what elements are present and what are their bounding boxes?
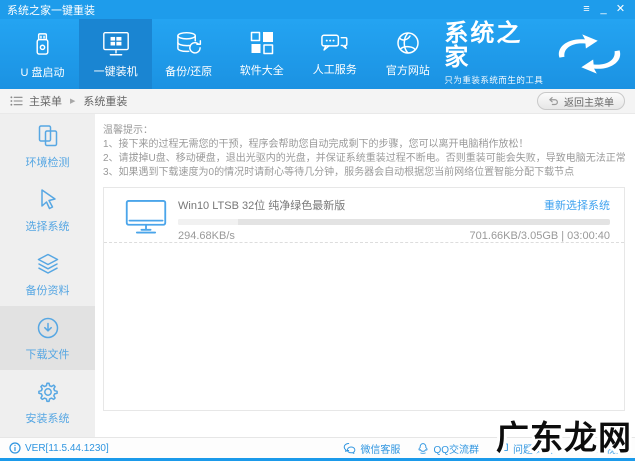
title-bar: 系统之家一键重装 ≡ _ ✕ (0, 0, 635, 19)
sidebar: 环境检测 选择系统 备份资料 下载文件 安装系统 (0, 114, 95, 437)
breadcrumb-current: 系统重装 (83, 96, 128, 108)
app-window: 系统之家一键重装 ≡ _ ✕ U 盘启动 一键装机 备份/还原 软件大全 人工服… (0, 0, 635, 461)
download-name: Win10 LTSB 32位 纯净绿色最新版 (178, 200, 346, 212)
tip-line: 3、如果遇到下载速度为0的情况时请耐心等待几分钟，服务器会自动根据您当前网络位置… (103, 167, 575, 178)
back-to-main-menu-button[interactable]: 返回主菜单 (537, 92, 625, 110)
gear-icon (37, 381, 58, 402)
back-button-label: 返回主菜单 (564, 97, 614, 109)
nav-item-one-click-install[interactable]: 一键装机 (79, 19, 153, 89)
status-link-label: 帮助视频 (586, 444, 626, 456)
brand-name: 系统之家 (444, 20, 523, 71)
nav-item-label: 软件大全 (239, 65, 284, 77)
download-progress-bar (178, 219, 610, 225)
chat-service-icon (321, 34, 348, 51)
globe-icon (397, 32, 419, 54)
breadcrumb: 主菜单 ▶ 系统重装 返回主菜单 (0, 89, 635, 114)
download-item-icon-wrap (114, 197, 178, 235)
brand-logo: 系统之家 只为重装系统而生的工具 (444, 19, 629, 89)
nav-item-label: 人工服务 (312, 64, 357, 76)
chevron-right-icon: ▶ (70, 98, 76, 105)
cursor-icon (40, 188, 56, 209)
help-icon (570, 442, 582, 454)
layers-icon (37, 253, 58, 274)
status-link-help-video[interactable]: 帮助视频 (570, 441, 626, 456)
sidebar-item-select-system[interactable]: 选择系统 (0, 178, 95, 242)
sidebar-item-backup-data[interactable]: 备份资料 (0, 242, 95, 306)
feedback-icon (497, 443, 508, 454)
nav-item-label: U 盘启动 (20, 66, 65, 79)
window-controls: ≡ _ ✕ (579, 2, 628, 18)
sidebar-item-env-check[interactable]: 环境检测 (0, 114, 95, 178)
devices-icon (38, 124, 57, 146)
status-bar: VER[11.5.44.1230] 微信客服 QQ交流群 问题反馈 帮助视频 (0, 437, 635, 461)
back-arrow-icon (549, 97, 558, 106)
sidebar-item-label: 选择系统 (25, 220, 70, 233)
breadcrumb-root[interactable]: 主菜单 (29, 93, 62, 109)
tip-line: 1、接下来的过程无需您的干预，程序会帮助您自动完成剩下的步骤，您可以离开电脑稍作… (103, 139, 529, 150)
download-item: Win10 LTSB 32位 纯净绿色最新版 重新选择系统 294.68KB/s… (104, 188, 624, 243)
download-speed: 294.68KB/s (178, 230, 235, 242)
download-size-time: 701.66KB/3.05GB | 03:00:40 (469, 230, 610, 242)
database-restore-icon (177, 31, 202, 54)
menu-icon[interactable]: ≡ (579, 2, 594, 18)
status-link-qq-group[interactable]: QQ交流群 (417, 441, 479, 456)
status-link-label: QQ交流群 (433, 444, 479, 456)
monitor-icon (125, 199, 167, 234)
tips-title: 温馨提示： (103, 125, 153, 136)
status-link-wechat[interactable]: 微信客服 (343, 441, 400, 456)
monitor-windows-icon (102, 31, 129, 55)
nav-item-customer-service[interactable]: 人工服务 (298, 19, 371, 89)
sidebar-item-install-system[interactable]: 安装系统 (0, 370, 95, 434)
qq-icon (418, 442, 428, 454)
usb-icon (36, 32, 49, 55)
nav-item-official-website[interactable]: 官方网站 (371, 19, 444, 89)
main-content: 温馨提示： 1、接下来的过程无需您的干预，程序会帮助您自动完成剩下的步骤，您可以… (95, 114, 635, 437)
status-link-label: 问题反馈 (513, 444, 553, 456)
sidebar-item-download-files[interactable]: 下载文件 (0, 306, 95, 370)
nav-item-label: 一键装机 (93, 65, 138, 78)
minimize-icon[interactable]: _ (596, 2, 611, 18)
nav-item-label: 官方网站 (385, 65, 430, 77)
download-item-content: Win10 LTSB 32位 纯净绿色最新版 重新选择系统 294.68KB/s… (178, 197, 610, 242)
list-icon (10, 96, 23, 106)
status-link-label: 微信客服 (360, 444, 401, 456)
info-icon (9, 442, 21, 454)
sidebar-item-label: 安装系统 (25, 412, 70, 425)
nav-item-backup-restore[interactable]: 备份/还原 (152, 19, 225, 89)
window-title: 系统之家一键重装 (7, 4, 95, 17)
sidebar-item-label: 下载文件 (25, 348, 70, 361)
download-circle-icon (37, 317, 58, 338)
close-icon[interactable]: ✕ (613, 2, 628, 18)
brand-tagline: 只为重装系统而生的工具 (444, 75, 544, 85)
version-info: VER[11.5.44.1230] (9, 442, 109, 454)
sidebar-item-label: 备份资料 (25, 284, 70, 297)
tips-panel: 温馨提示： 1、接下来的过程无需您的干预，程序会帮助您自动完成剩下的步骤，您可以… (103, 124, 625, 180)
download-progress-fill (178, 219, 239, 225)
sidebar-item-label: 环境检测 (25, 156, 70, 169)
status-links: 微信客服 QQ交流群 问题反馈 帮助视频 (343, 441, 626, 456)
nav-item-usb-boot[interactable]: U 盘启动 (6, 19, 79, 89)
brand-swoosh-icon (558, 34, 621, 74)
download-panel: Win10 LTSB 32位 纯净绿色最新版 重新选择系统 294.68KB/s… (103, 187, 625, 411)
top-nav: U 盘启动 一键装机 备份/还原 软件大全 人工服务 官方网站 系统之家 只为重… (0, 19, 635, 89)
brand-text: 系统之家 只为重装系统而生的工具 (444, 22, 547, 86)
tip-line: 2、请拔掉U盘、移动硬盘，退出光驱内的光盘，并保证系统重装过程不断电。否则重装可… (103, 153, 625, 164)
status-link-feedback[interactable]: 问题反馈 (496, 441, 553, 456)
wechat-icon (344, 443, 356, 454)
version-label: VER[11.5.44.1230] (25, 442, 109, 454)
nav-item-label: 备份/还原 (165, 65, 213, 78)
body: 环境检测 选择系统 备份资料 下载文件 安装系统 温馨提示： 1、接下来的过程无… (0, 114, 635, 437)
apps-grid-icon (250, 31, 273, 55)
reselect-system-link[interactable]: 重新选择系统 (544, 197, 610, 213)
nav-item-software-collection[interactable]: 软件大全 (225, 19, 298, 89)
